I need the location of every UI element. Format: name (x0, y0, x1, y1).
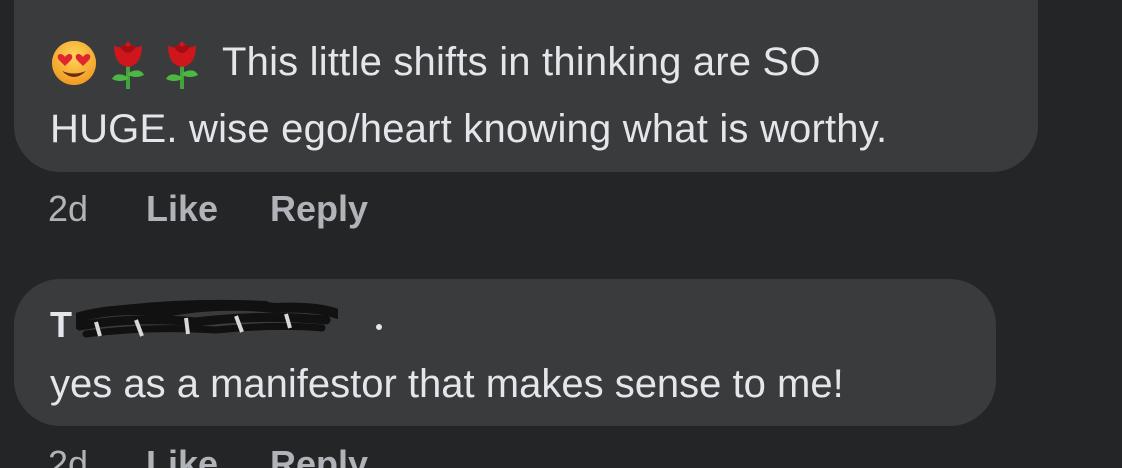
comment-2-like-button[interactable]: Like (146, 443, 270, 468)
comment-2-reply-button[interactable]: Reply (270, 443, 368, 468)
comment-1-like-button[interactable]: Like (146, 188, 270, 230)
comment-2-author-name[interactable]: T (50, 305, 72, 345)
redaction-scribble (76, 299, 338, 338)
comment-2-text: yes as a manifestor that makes sense to … (50, 362, 844, 406)
heart-eyes-emoji (50, 33, 98, 91)
separator-dot (376, 324, 382, 330)
comment-1-text-line-1: This little shifts in thinking are SO (222, 40, 821, 84)
comment-1-timestamp: 2d (48, 188, 89, 229)
rose-icon (158, 33, 206, 91)
comment-1-line-1: This little shifts in thinking are SO (50, 30, 821, 94)
comment-2-actions: 2d Like Reply (48, 443, 368, 468)
comment-1-actions: 2d Like Reply (48, 188, 368, 230)
comment-1-text-line-2: HUGE. wise ego/heart knowing what is wor… (50, 107, 888, 151)
comment-1-reply-button[interactable]: Reply (270, 188, 368, 230)
comment-thread: This little shifts in thinking are SO HU… (0, 0, 1122, 468)
comment-2-timestamp: 2d (48, 443, 89, 468)
rose-icon (104, 33, 152, 91)
